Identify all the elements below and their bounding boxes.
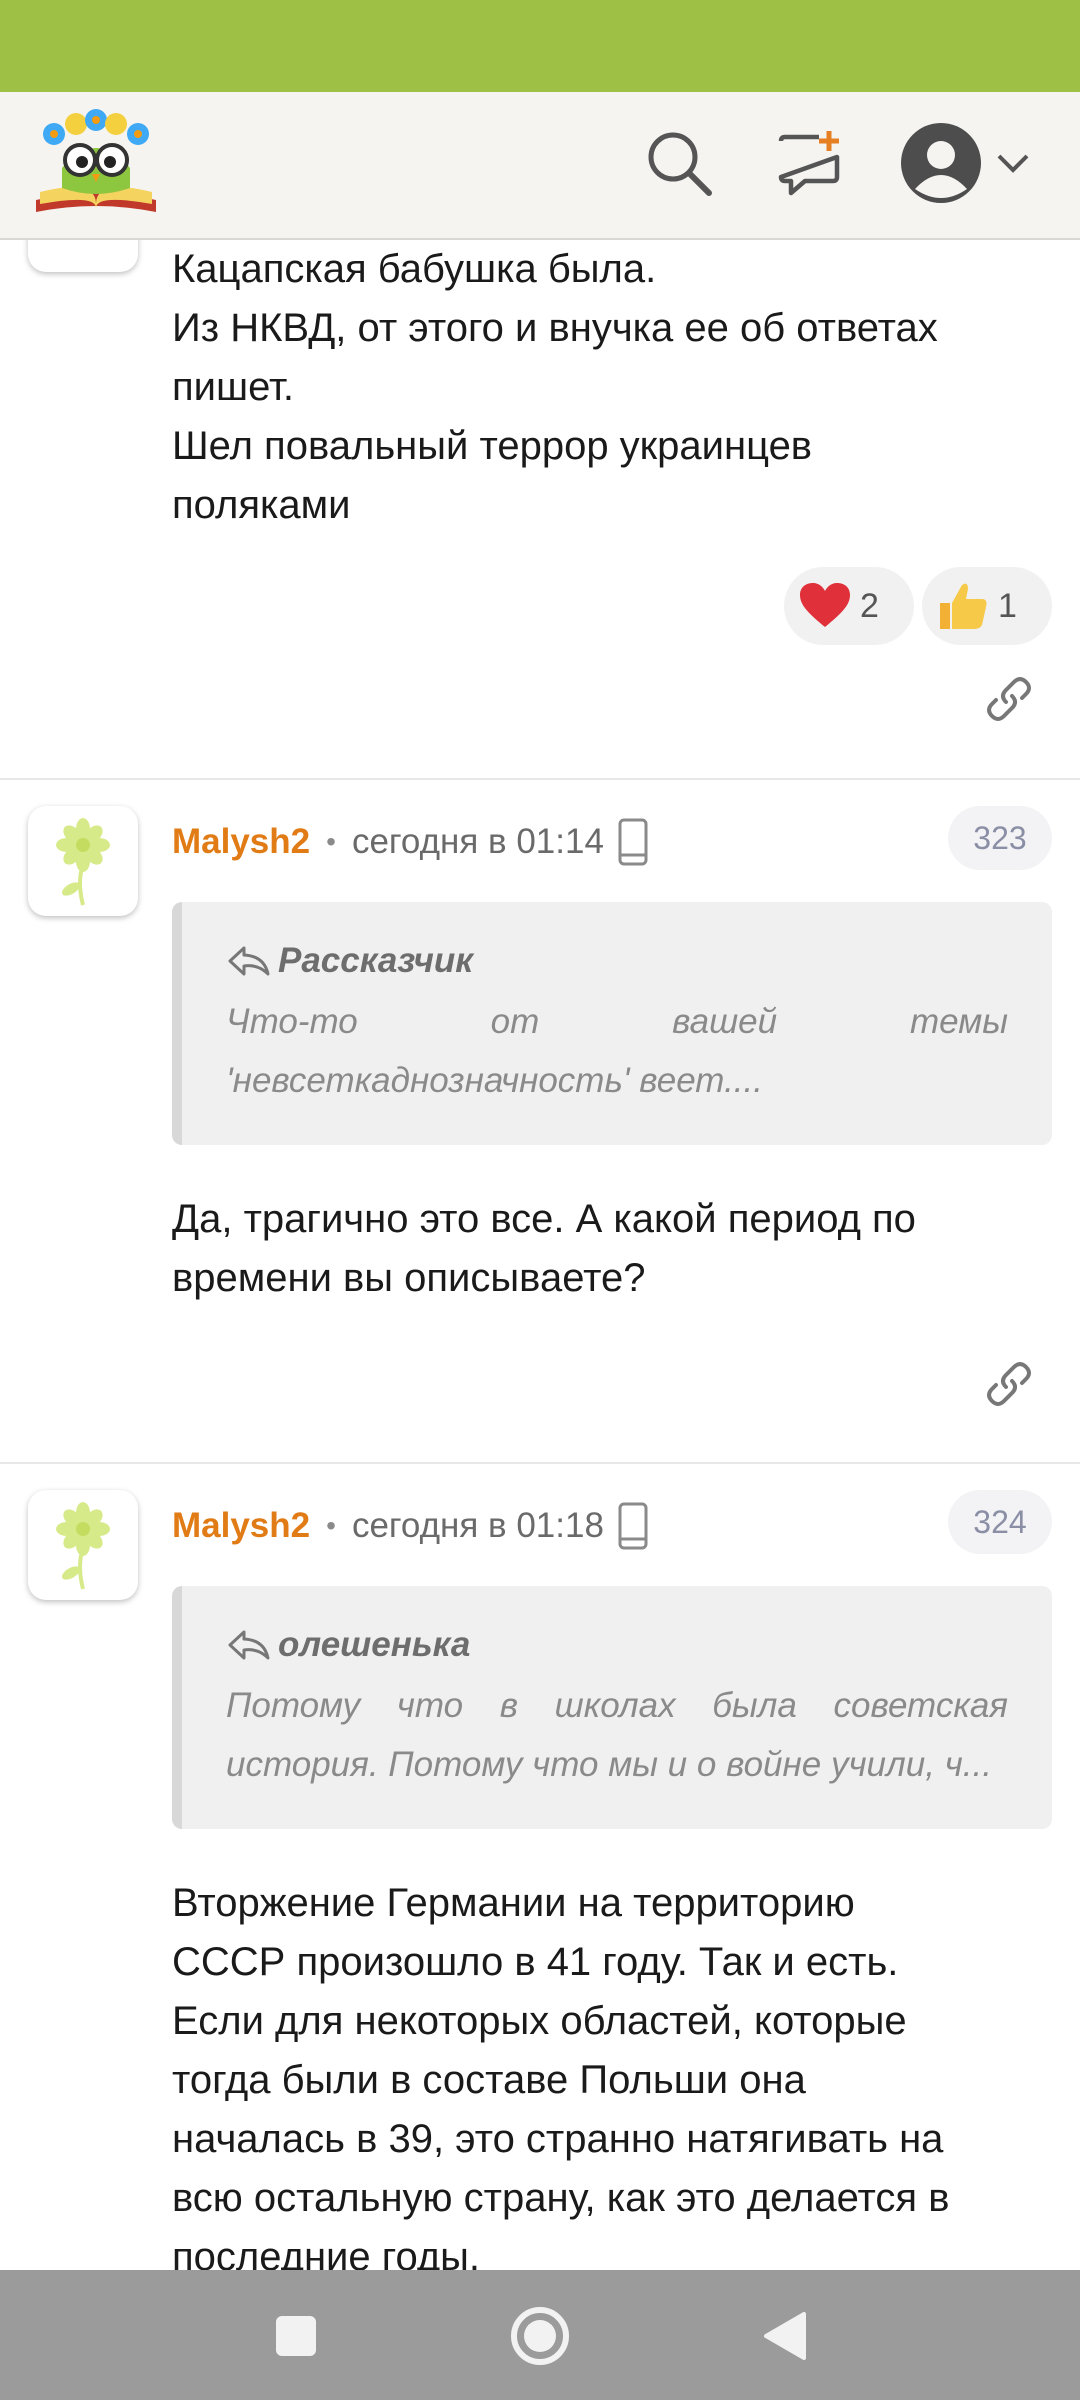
recents-button[interactable] (258, 2298, 334, 2374)
profile-menu-button[interactable] (896, 120, 1036, 206)
author-name[interactable]: Malysh2 (172, 822, 310, 862)
avatar[interactable] (28, 806, 138, 916)
comment-number[interactable]: 324 (948, 1490, 1052, 1554)
flower-avatar-icon (56, 818, 110, 906)
quote-text: Что-то от вашей темы 'невсеткаднозначнос… (226, 1002, 1008, 1100)
reaction-count: 2 (860, 586, 879, 625)
back-button[interactable] (746, 2298, 822, 2374)
search-icon (648, 132, 712, 196)
quote-text: Потому что в школах была советская истор… (226, 1686, 1008, 1784)
user-avatar-icon (901, 123, 981, 203)
comment-number[interactable]: 323 (948, 806, 1052, 870)
comment-line: Да, трагично это все. А какой период по (172, 1197, 916, 1241)
avatar[interactable] (28, 240, 138, 272)
heart-icon (800, 583, 850, 627)
chat-plus-icon (778, 131, 840, 196)
mobile-device-icon (618, 1502, 648, 1550)
separator: • (326, 826, 336, 857)
site-logo[interactable] (32, 108, 160, 218)
author-name[interactable]: Malysh2 (172, 1506, 310, 1546)
owl-reading-book-logo (36, 109, 156, 212)
comment-line: времени вы описываете? (172, 1256, 646, 1300)
comment-line: Шел повальный террор украинцев (172, 424, 813, 468)
app-bar (0, 92, 1080, 240)
new-message-button[interactable] (768, 120, 854, 206)
comment-body: Да, трагично это все. А какой период по … (172, 1190, 916, 1308)
comment-body: Кацапская бабушка была. Из НКВД, от этог… (172, 240, 938, 535)
timestamp: сегодня в 01:14 (351, 822, 604, 861)
comment-line: Кацапская бабушка была. (172, 247, 657, 291)
permalink-button[interactable] (978, 668, 1040, 730)
comment-line: Вторжение Германии на территорию (172, 1881, 855, 1925)
quote-author-row: Рассказчик (226, 938, 1008, 984)
reaction-like[interactable]: 1 (922, 567, 1052, 645)
comment-line: СССР произошло в 41 году. Так и есть. (172, 1940, 899, 1984)
avatar[interactable] (28, 1490, 138, 1600)
search-button[interactable] (636, 120, 722, 206)
link-icon (987, 677, 1031, 721)
comments-feed: Кацапская бабушка была. Из НКВД, от этог… (0, 240, 1080, 2270)
comment-body: Вторжение Германии на территорию СССР пр… (172, 1874, 949, 2270)
comment-meta: Malysh2 • сегодня в 01:18 (172, 1496, 648, 1556)
quote-author[interactable]: Рассказчик (278, 941, 473, 981)
system-nav-bar (0, 2270, 1080, 2400)
comment-line: поляками (172, 483, 351, 527)
comment-line: тогда были в составе Польши она (172, 2058, 806, 2102)
divider (0, 778, 1080, 780)
status-bar (0, 0, 1080, 92)
quote-block: олешенька Потому что в школах была совет… (172, 1586, 1052, 1829)
comment-line: Если для некоторых областей, которые (172, 1999, 907, 2043)
quote-block: Рассказчик Что-то от вашей темы 'невсетк… (172, 902, 1052, 1145)
comment-line: началась в 39, это странно натягивать на (172, 2117, 944, 2161)
quote-author[interactable]: олешенька (278, 1625, 470, 1665)
comment-line: Из НКВД, от этого и внучка ее об ответах (172, 306, 938, 350)
flower-avatar-icon (56, 1502, 110, 1590)
comment-line: последние годы. (172, 2235, 481, 2270)
comment-line: пишет. (172, 365, 295, 409)
chevron-down-icon (997, 154, 1029, 173)
reaction-count: 1 (998, 586, 1017, 625)
square-icon (276, 2316, 316, 2356)
flower-avatar-icon (43, 240, 123, 257)
reply-arrow-icon (228, 946, 270, 976)
reply-arrow-icon (228, 1630, 270, 1660)
comment-line: всю остальную страну, как это делается в (172, 2176, 950, 2220)
mobile-device-icon (618, 818, 648, 866)
thumbs-up-icon (940, 583, 987, 629)
permalink-button[interactable] (978, 1353, 1040, 1415)
link-icon (987, 1362, 1031, 1406)
triangle-back-icon (764, 2312, 806, 2360)
divider (0, 1462, 1080, 1464)
home-button[interactable] (502, 2298, 578, 2374)
quote-author-row: олешенька (226, 1622, 1008, 1668)
circle-icon (511, 2307, 569, 2365)
separator: • (326, 1510, 336, 1541)
reaction-heart[interactable]: 2 (784, 567, 914, 645)
comment-meta: Malysh2 • сегодня в 01:14 (172, 812, 648, 872)
timestamp: сегодня в 01:18 (351, 1506, 604, 1545)
